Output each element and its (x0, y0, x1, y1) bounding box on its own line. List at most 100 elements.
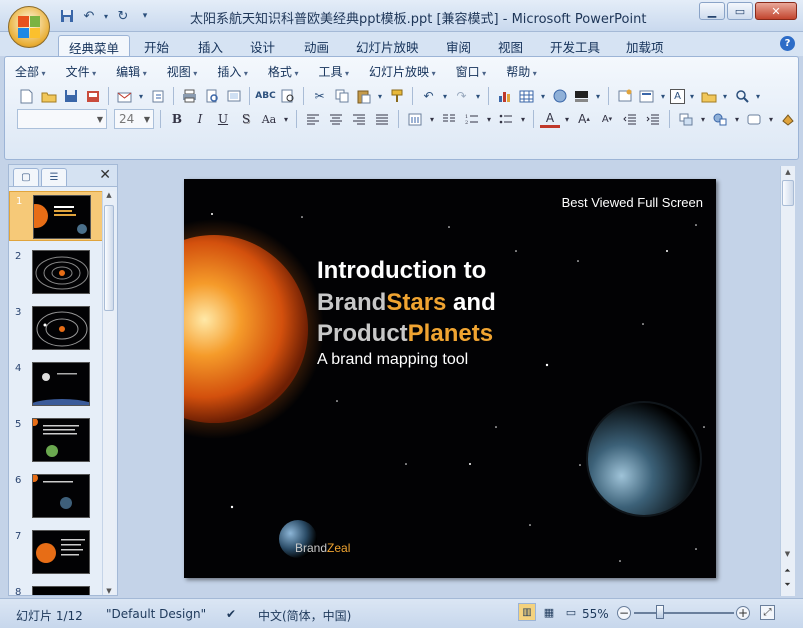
font-color-dropdown-icon[interactable]: ▾ (563, 109, 571, 129)
redo-icon[interactable]: ↻ (114, 7, 132, 25)
previous-slide-icon[interactable]: ⏶ (781, 566, 794, 576)
open-folder-icon[interactable] (39, 87, 58, 106)
attachment-icon[interactable] (148, 87, 167, 106)
shapes-icon[interactable] (710, 109, 730, 129)
layout-icon[interactable] (637, 87, 656, 106)
bullets-dropdown-icon[interactable]: ▾ (519, 109, 527, 129)
scroll-up-icon[interactable]: ▲ (781, 168, 795, 176)
save-icon[interactable] (58, 7, 76, 25)
zoom-dropdown-icon[interactable]: ▾ (754, 87, 762, 106)
tab-home[interactable]: 开始 (134, 35, 179, 56)
increase-indent-icon[interactable] (643, 109, 663, 129)
text-direction-icon[interactable] (405, 109, 425, 129)
save-toolbar-icon[interactable] (61, 87, 80, 106)
outline-tab[interactable]: ☰ (41, 168, 67, 186)
text-direction-dropdown-icon[interactable]: ▾ (428, 109, 436, 129)
office-button[interactable] (8, 6, 50, 48)
menu-file[interactable]: 文件 (66, 63, 97, 81)
justify-icon[interactable] (372, 109, 392, 129)
print-preview-icon[interactable] (202, 87, 221, 106)
decrease-indent-icon[interactable] (620, 109, 640, 129)
redo-toolbar-dropdown-icon[interactable]: ▾ (474, 87, 482, 106)
font-size-combo[interactable]: 24 ▼ (114, 109, 154, 129)
change-case-icon[interactable]: Aa (259, 109, 279, 129)
slideshow-view-icon[interactable]: ▭ (562, 603, 580, 621)
language-indicator[interactable]: 中文(简体，中国) (258, 607, 351, 624)
folder-icon[interactable] (699, 87, 718, 106)
close-icon[interactable]: ✕ (99, 167, 111, 183)
menu-edit[interactable]: 编辑 (116, 63, 147, 81)
grayscale-icon[interactable] (572, 87, 591, 106)
undo-dropdown-icon[interactable]: ▾ (102, 7, 110, 25)
permission-icon[interactable] (83, 87, 102, 106)
thumbnail-4[interactable]: 4 (9, 359, 103, 409)
underline-icon[interactable]: U (213, 109, 233, 129)
align-center-icon[interactable] (326, 109, 346, 129)
bold-icon[interactable]: B (167, 109, 187, 129)
vertical-scrollbar[interactable]: ▲ ▼ ⏶ ⏷ (780, 166, 795, 596)
align-left-icon[interactable] (303, 109, 323, 129)
tab-insert[interactable]: 插入 (188, 35, 233, 56)
slides-tab[interactable]: ▢ (13, 168, 39, 186)
arrange-dropdown-icon[interactable]: ▾ (699, 109, 707, 129)
thumbnail-8[interactable]: 8 (9, 583, 103, 595)
tab-animation[interactable]: 动画 (294, 35, 339, 56)
insert-table-icon[interactable] (517, 87, 536, 106)
shapes-dropdown-icon[interactable]: ▾ (733, 109, 741, 129)
thumbnail-6[interactable]: 6 (9, 471, 103, 521)
tab-addins[interactable]: 加载项 (616, 35, 674, 56)
zoom-slider-thumb[interactable] (656, 605, 664, 619)
bullets-icon[interactable] (496, 109, 516, 129)
scroll-down-icon[interactable]: ▼ (103, 587, 115, 595)
menu-view[interactable]: 视图 (167, 63, 198, 81)
new-file-icon[interactable] (17, 87, 36, 106)
format-painter-icon[interactable] (387, 87, 406, 106)
close-button[interactable]: ✕ (755, 2, 797, 20)
align-right-icon[interactable] (349, 109, 369, 129)
email-dropdown-icon[interactable]: ▾ (137, 87, 145, 106)
quick-styles-icon[interactable] (744, 109, 764, 129)
quick-styles-dropdown-icon[interactable]: ▾ (767, 109, 775, 129)
spell-check-icon[interactable]: ✔ (226, 607, 236, 621)
customize-icon[interactable]: ▾ (136, 7, 154, 25)
thumbnail-5[interactable]: 5 (9, 415, 103, 465)
menu-all[interactable]: 全部 (15, 63, 46, 81)
thumbnail-2[interactable]: 2 (9, 247, 103, 297)
arrange-icon[interactable] (676, 109, 696, 129)
spelling-icon[interactable]: ABC (255, 87, 275, 106)
tab-review[interactable]: 审阅 (436, 35, 481, 56)
zoom-icon[interactable] (732, 87, 751, 106)
zoom-level[interactable]: 55% (582, 607, 609, 621)
scroll-thumb[interactable] (104, 205, 114, 311)
fit-to-window-icon[interactable]: ⤢ (760, 605, 775, 620)
undo-toolbar-icon[interactable]: ↶ (419, 87, 438, 106)
menu-help[interactable]: 帮助 (506, 63, 537, 81)
shape-fill-icon[interactable] (778, 109, 798, 129)
font-color-icon[interactable]: A (540, 110, 560, 128)
menu-insert[interactable]: 插入 (217, 63, 248, 81)
help-icon[interactable]: ? (780, 36, 795, 51)
tab-view[interactable]: 视图 (488, 35, 533, 56)
italic-icon[interactable]: I (190, 109, 210, 129)
tab-developer[interactable]: 开发工具 (540, 35, 610, 56)
insert-chart-icon[interactable] (495, 87, 514, 106)
textbox-icon[interactable]: A (670, 88, 685, 104)
tab-slideshow[interactable]: 幻灯片放映 (346, 35, 429, 56)
grayscale-dropdown-icon[interactable]: ▾ (594, 87, 602, 106)
undo-icon[interactable]: ↶ (80, 7, 98, 25)
tab-design[interactable]: 设计 (240, 35, 285, 56)
next-slide-icon[interactable]: ⏷ (781, 580, 794, 590)
menu-format[interactable]: 格式 (268, 63, 299, 81)
thumbnail-3[interactable]: 3 (9, 303, 103, 353)
redo-toolbar-icon[interactable]: ↷ (452, 87, 471, 106)
undo-toolbar-dropdown-icon[interactable]: ▾ (441, 87, 449, 106)
print-icon[interactable] (180, 87, 199, 106)
research-icon[interactable] (278, 87, 297, 106)
minimize-button[interactable]: ▁ (699, 2, 725, 20)
font-name-combo[interactable]: ▼ (17, 109, 107, 129)
menu-tools[interactable]: 工具 (318, 63, 349, 81)
shrink-font-icon[interactable]: A ▾ (597, 109, 617, 129)
paste-dropdown-icon[interactable]: ▾ (376, 87, 384, 106)
copy-icon[interactable] (332, 87, 351, 106)
scroll-thumb[interactable] (782, 180, 794, 206)
